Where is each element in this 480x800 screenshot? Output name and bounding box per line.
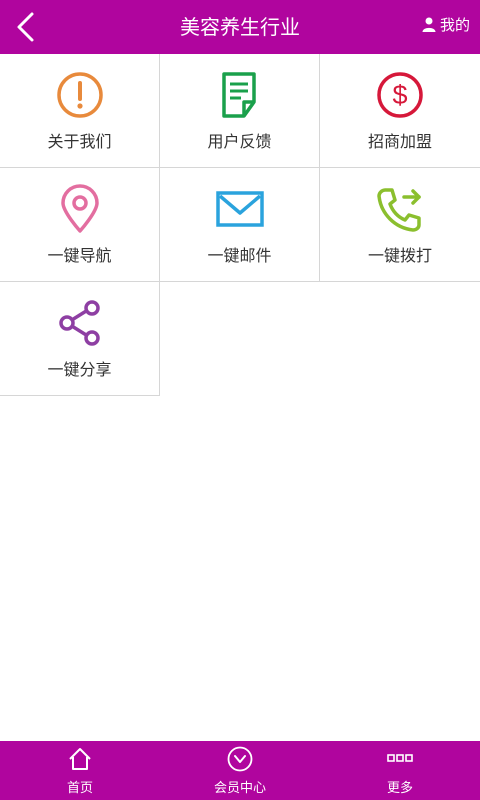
- tab-label: 更多: [386, 781, 413, 796]
- page-title: 美容养生行业: [180, 15, 300, 39]
- profile-button[interactable]: 我的: [421, 12, 470, 36]
- grid-item-about-us[interactable]: 关于我们: [0, 54, 160, 168]
- grid-item-label: 招商加盟: [367, 132, 432, 151]
- phone-call-icon: [377, 188, 421, 232]
- document-icon: [222, 72, 256, 118]
- grid-item-share[interactable]: 一键分享: [0, 282, 160, 396]
- grid-item-label: 一键拨打: [367, 246, 432, 265]
- app-header: 美容养生行业 我的: [0, 0, 480, 54]
- dollar-circle-icon: $: [377, 72, 423, 118]
- location-pin-icon: [61, 184, 99, 233]
- grid-item-label: 用户反馈: [207, 132, 272, 151]
- svg-text:$: $: [392, 80, 407, 110]
- user-icon: [422, 17, 436, 32]
- grid-item-navigation[interactable]: 一键导航: [0, 168, 160, 282]
- tab-more[interactable]: 更多: [320, 741, 480, 800]
- more-icon: [387, 754, 413, 762]
- grid-item-franchise[interactable]: $ 招商加盟: [320, 54, 480, 168]
- bottom-tab-bar: 首页 会员中心 更多: [0, 741, 480, 800]
- grid-item-email[interactable]: 一键邮件: [160, 168, 320, 282]
- grid-item-label: 关于我们: [47, 132, 112, 151]
- tab-label: 会员中心: [213, 781, 266, 796]
- grid-item-call[interactable]: 一键拨打: [320, 168, 480, 282]
- grid-item-label: 一键导航: [47, 246, 112, 265]
- share-icon: [59, 300, 100, 346]
- grid-item-label: 一键邮件: [207, 246, 272, 265]
- grid-item-feedback[interactable]: 用户反馈: [160, 54, 320, 168]
- chevron-circle-icon: [227, 746, 253, 772]
- grid-item-label: 一键分享: [47, 360, 112, 379]
- home-icon: [69, 748, 91, 770]
- envelope-icon: [216, 191, 264, 227]
- info-circle-icon: [57, 72, 103, 118]
- tab-home[interactable]: 首页: [0, 741, 160, 800]
- profile-label: 我的: [439, 15, 470, 34]
- tab-member-center[interactable]: 会员中心: [160, 741, 320, 800]
- tab-label: 首页: [66, 781, 93, 796]
